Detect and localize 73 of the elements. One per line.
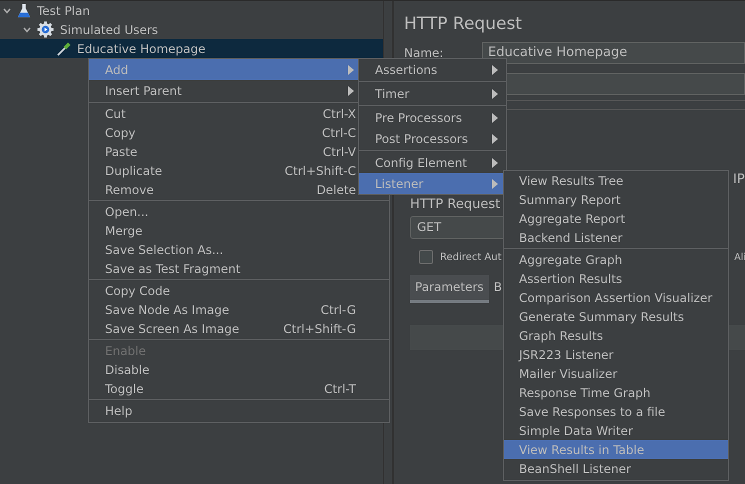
gear-icon <box>37 21 54 38</box>
menu-item[interactable]: BeanShell Listener <box>504 459 728 478</box>
menu-item[interactable]: Config Element <box>359 152 506 173</box>
menu-item[interactable]: Copy Code <box>89 281 358 300</box>
menu-item[interactable]: Aggregate Graph <box>504 250 728 269</box>
menu-item[interactable]: Generate Summary Results <box>504 307 728 326</box>
shortcut-label: Ctrl-G <box>320 302 356 316</box>
shortcut-label: Ctrl+Shift-G <box>283 322 356 336</box>
menu-item[interactable]: Copy Ctrl-C <box>89 123 358 142</box>
submenu-arrow-icon <box>348 86 354 96</box>
pipette-icon <box>57 40 71 56</box>
menu-item[interactable]: Disable <box>89 360 358 379</box>
menu-item[interactable]: Post Processors <box>359 128 506 149</box>
ip-label: IP <box>733 172 745 186</box>
menu-item[interactable]: Save as Test Fragment <box>89 259 358 278</box>
panel-title: HTTP Request <box>404 14 523 34</box>
menu-item[interactable]: Timer <box>359 83 506 104</box>
submenu-arrow-icon <box>492 112 498 122</box>
tree-label: Test Plan <box>37 4 90 18</box>
menu-item[interactable]: Aggregate Report <box>504 209 728 228</box>
menu-item[interactable]: Insert Parent <box>89 80 358 101</box>
menu-item[interactable]: Toggle Ctrl-T <box>89 379 358 398</box>
menu-item[interactable]: Graph Results <box>504 326 728 345</box>
group-title: HTTP Request <box>410 197 500 212</box>
menu-item[interactable]: View Results Tree <box>504 171 728 190</box>
menu-item[interactable]: Paste Ctrl-V <box>89 142 358 161</box>
chevron-icon[interactable] <box>22 24 32 34</box>
submenu-arrow-icon <box>492 64 498 74</box>
submenu-arrow-icon <box>492 134 498 144</box>
shortcut-label: Ctrl+Shift-C <box>284 164 356 178</box>
shortcut-label: Delete <box>316 182 356 196</box>
checkbox[interactable] <box>419 250 433 264</box>
menu-item[interactable]: Remove Delete <box>89 180 358 199</box>
menu-item[interactable]: Mailer Visualizer <box>504 364 728 383</box>
menu-item[interactable]: Merge <box>89 221 358 240</box>
menu-item[interactable]: Save Node As Image Ctrl-G <box>89 300 358 319</box>
tree-row[interactable]: Test Plan <box>0 1 383 20</box>
tree-row[interactable]: Educative Homepage <box>0 39 383 58</box>
tree-label: Simulated Users <box>60 22 158 36</box>
menu-item[interactable]: Assertion Results <box>504 269 728 288</box>
chevron-icon[interactable] <box>2 6 12 16</box>
shortcut-label: Ctrl-V <box>322 144 356 158</box>
checkbox-label: Redirect Aut <box>440 252 502 262</box>
submenu-arrow-icon <box>348 64 354 74</box>
name-field[interactable]: Educative Homepage <box>482 42 745 64</box>
menu-item[interactable]: JSR223 Listener <box>504 345 728 364</box>
menu-item[interactable]: Save Responses to a file <box>504 402 728 421</box>
menu-item[interactable]: Comparison Assertion Visualizer <box>504 288 728 307</box>
menu-item[interactable]: Summary Report <box>504 190 728 209</box>
shortcut-label: Ctrl-C <box>322 126 356 140</box>
menu-item[interactable]: Cut Ctrl-X <box>89 104 358 123</box>
menu-item[interactable]: Backend Listener <box>504 228 728 247</box>
name-label: Name: <box>404 46 444 60</box>
submenu-arrow-icon <box>492 158 498 168</box>
submenu-arrow-icon <box>492 178 498 188</box>
menu-item[interactable]: Save Selection As... <box>89 240 358 259</box>
tab[interactable]: B <box>488 275 507 303</box>
menu-item[interactable]: Help <box>89 401 358 420</box>
menu-item[interactable]: Open... <box>89 202 358 221</box>
flask-icon <box>17 2 31 18</box>
tree-row[interactable]: Simulated Users <box>0 20 383 39</box>
tab[interactable]: Parameters <box>410 275 489 303</box>
tree-label: Educative Homepage <box>77 42 206 56</box>
checkbox-label: Ali <box>734 252 745 262</box>
menu-item[interactable]: Save Screen As Image Ctrl+Shift-G <box>89 319 358 338</box>
shortcut-label: Ctrl-X <box>322 106 356 120</box>
menu-item[interactable]: Simple Data Writer <box>504 421 728 440</box>
menu-item[interactable]: Duplicate Ctrl+Shift-C <box>89 161 358 180</box>
method-dropdown[interactable]: GET <box>410 216 505 239</box>
menu-item[interactable]: Response Time Graph <box>504 383 728 402</box>
menu-item[interactable]: Pre Processors <box>359 107 506 128</box>
shortcut-label: Ctrl-T <box>324 382 356 396</box>
submenu-arrow-icon <box>492 88 498 98</box>
